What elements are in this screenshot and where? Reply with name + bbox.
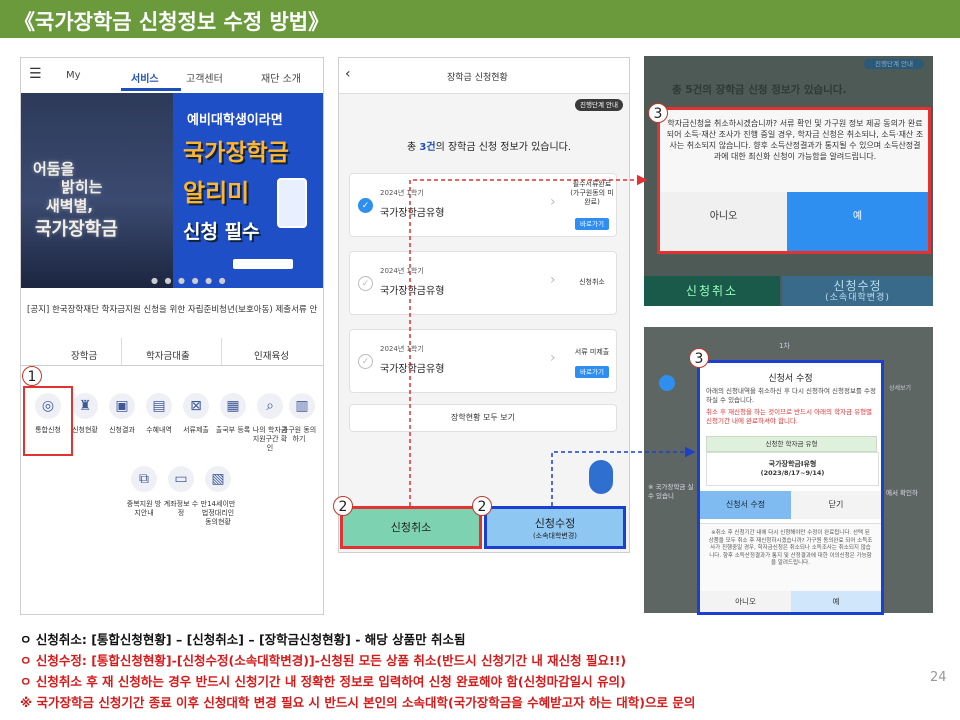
note-modify: ㅇ 신청수정: [통합신청현황]-[신청수정(소속대학변경)]-신청된 모든 상… bbox=[20, 653, 627, 668]
page-number: 24 bbox=[930, 670, 947, 685]
note-cancel: ㅇ 신청취소: [통합신청현황] – [신청취소] – [장학금신청현황] - … bbox=[20, 632, 466, 647]
arrow-cancel-to-dialog bbox=[409, 174, 648, 506]
note-university-change: ※ 국가장학금 신청기간 종료 이후 신청대학 변경 필요 시 반드시 본인의 … bbox=[20, 695, 696, 710]
note-reapply: ㅇ 신청취소 후 재 신청하는 경우 반드시 신청기간 내 정확한 정보로 입력… bbox=[20, 674, 626, 689]
arrow-modify-to-dialog bbox=[551, 446, 696, 506]
connector-arrows bbox=[409, 174, 696, 506]
